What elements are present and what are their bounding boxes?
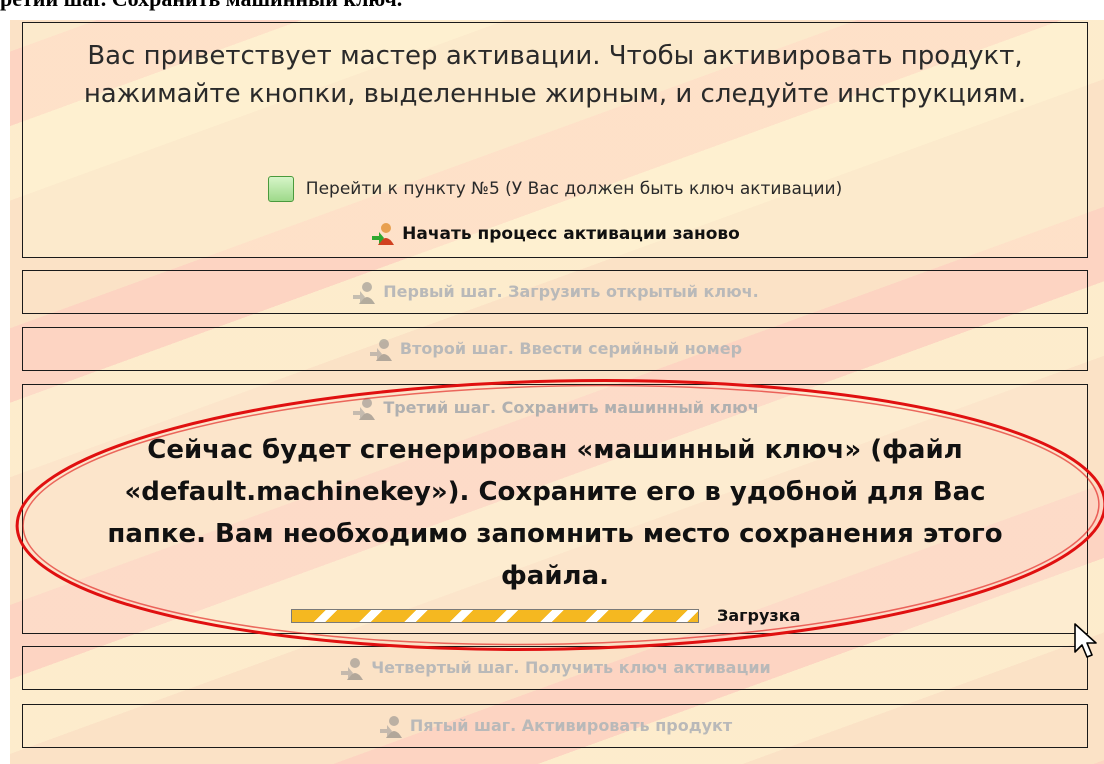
skip-to-step5-row[interactable]: Перейти к пункту №5 (У Вас должен быть к… bbox=[23, 176, 1087, 202]
step-1-label[interactable]: Первый шаг. Загрузить открытый ключ. bbox=[383, 282, 759, 301]
step-3-message: Сейчас будет сгенерирован «машинный ключ… bbox=[107, 435, 1003, 591]
user-arrow-icon bbox=[379, 715, 402, 738]
user-arrow-icon bbox=[341, 657, 364, 680]
progress-bar bbox=[291, 608, 699, 623]
step-2-label[interactable]: Второй шаг. Ввести серийный номер bbox=[400, 339, 742, 358]
activation-wizard-panel: Вас приветствует мастер активации. Чтобы… bbox=[10, 20, 1104, 764]
step-4-label[interactable]: Четвертый шаг. Получить ключ активации bbox=[371, 658, 771, 677]
user-arrow-icon bbox=[353, 281, 376, 304]
page-caption: ретий шаг. Сохранить машинный ключ. bbox=[0, 0, 402, 12]
progress-row: Загрузка bbox=[291, 605, 800, 625]
progress-label: Загрузка bbox=[717, 606, 801, 625]
user-arrow-icon bbox=[369, 338, 392, 361]
step-3-label: Третий шаг. Сохранить машинный ключ bbox=[383, 398, 759, 417]
step-5-button[interactable]: Пятый шаг. Активировать продукт bbox=[22, 704, 1088, 748]
step-2-button[interactable]: Второй шаг. Ввести серийный номер bbox=[22, 327, 1088, 371]
checkbox-icon[interactable] bbox=[267, 176, 294, 202]
step-4-button[interactable]: Четвертый шаг. Получить ключ активации bbox=[22, 646, 1088, 690]
user-arrow-icon bbox=[353, 397, 376, 420]
step-5-label[interactable]: Пятый шаг. Активировать продукт bbox=[410, 716, 732, 735]
step-3-panel: Третий шаг. Сохранить машинный ключ Сейч… bbox=[22, 384, 1088, 634]
user-arrow-icon bbox=[372, 223, 395, 245]
restart-activation-label[interactable]: Начать процесс активации заново bbox=[402, 224, 740, 244]
restart-activation-button[interactable]: Начать процесс активации заново bbox=[23, 221, 1087, 247]
step-3-title: Третий шаг. Сохранить машинный ключ bbox=[23, 393, 1087, 423]
welcome-text: Вас приветствует мастер активации. Чтобы… bbox=[83, 41, 1027, 109]
mouse-cursor-icon bbox=[1074, 623, 1097, 658]
skip-to-step5-label[interactable]: Перейти к пункту №5 (У Вас должен быть к… bbox=[306, 179, 842, 199]
step-1-button[interactable]: Первый шаг. Загрузить открытый ключ. bbox=[22, 270, 1088, 314]
welcome-box: Вас приветствует мастер активации. Чтобы… bbox=[22, 22, 1088, 258]
